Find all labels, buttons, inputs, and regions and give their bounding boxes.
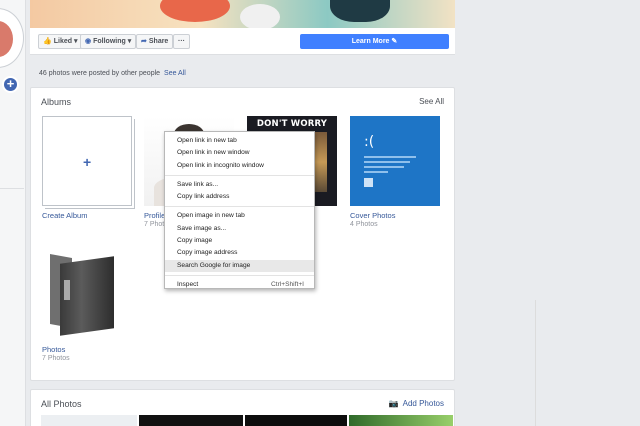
menu-item-open-link-incognito[interactable]: Open link in incognito window — [165, 160, 314, 172]
album-count: 4 Photos — [350, 221, 378, 228]
album-name[interactable]: Photos — [42, 345, 65, 354]
camera-icon: 📷 — [388, 399, 399, 408]
album-thumbnail[interactable] — [42, 250, 132, 340]
create-album-thumb[interactable]: + — [42, 116, 132, 206]
add-photos-button[interactable]: 📷 Add Photos — [389, 399, 444, 408]
menu-item-copy-image[interactable]: Copy image — [165, 235, 314, 247]
menu-separator — [165, 274, 314, 276]
share-button[interactable]: ➦ Share — [136, 34, 174, 49]
rss-icon: ◉ — [85, 38, 92, 45]
menu-separator — [165, 206, 314, 208]
more-options-button[interactable]: ··· — [173, 34, 190, 49]
menu-item-copy-image-address[interactable]: Copy image address — [165, 247, 314, 259]
inspect-shortcut: Ctrl+Shift+I — [271, 280, 304, 288]
menu-item-open-link-new-tab[interactable]: Open link in new tab — [165, 135, 314, 147]
add-plus-icon[interactable]: + — [2, 76, 19, 93]
bsod-face: :( — [364, 134, 375, 150]
album-name[interactable]: Cover Photos — [350, 211, 395, 220]
menu-item-inspect[interactable]: Inspect Ctrl+Shift+I — [165, 279, 314, 291]
thumb-caption-top: DON'T WORRY — [256, 119, 328, 129]
context-menu: Open link in new tab Open link in new wi… — [164, 131, 315, 289]
menu-item-save-image-as[interactable]: Save image as... — [165, 223, 314, 235]
menu-item-copy-link-address[interactable]: Copy link address — [165, 191, 314, 203]
photo-thumbnail[interactable] — [139, 415, 243, 426]
menu-item-search-google-image[interactable]: Search Google for image — [165, 259, 314, 272]
plus-icon: + — [83, 154, 92, 170]
menu-item-open-link-new-window[interactable]: Open link in new window — [165, 147, 314, 159]
menu-separator — [165, 174, 314, 176]
album-name[interactable]: Create Album — [42, 211, 87, 220]
all-photos-title: All Photos — [41, 399, 82, 409]
albums-see-all-link[interactable]: See All — [419, 97, 444, 106]
albums-title: Albums — [41, 97, 72, 107]
see-all-link[interactable]: See All — [164, 70, 186, 77]
learn-more-button[interactable]: Learn More ✎ — [300, 34, 449, 49]
menu-item-open-image-new-tab[interactable]: Open image in new tab — [165, 210, 314, 222]
liked-button[interactable]: 👍 Liked ▾ — [38, 34, 83, 49]
cover-photo[interactable] — [30, 0, 455, 28]
divider — [535, 300, 536, 426]
album-count: 7 Photos — [42, 355, 70, 362]
menu-item-save-link-as[interactable]: Save link as... — [165, 179, 314, 191]
avatar[interactable] — [0, 8, 24, 68]
page-action-bar: 👍 Liked ▾ ◉ Following ▾ ➦ Share ··· Learn M… — [30, 28, 455, 55]
profile-sidebar: + — [0, 0, 26, 426]
album-name[interactable]: Profile — [144, 211, 165, 220]
photo-thumbnail[interactable] — [349, 415, 453, 426]
all-photos-card: All Photos 📷 Add Photos — [30, 389, 455, 426]
share-arrow-icon: ➦ — [141, 38, 147, 45]
thumbs-up-icon: 👍 — [43, 38, 52, 45]
following-button[interactable]: ◉ Following ▾ — [80, 34, 137, 49]
photo-thumbnail[interactable] — [245, 415, 347, 426]
album-thumbnail[interactable]: :( — [350, 116, 440, 206]
divider — [0, 188, 24, 189]
photo-thumbnail[interactable] — [41, 415, 137, 426]
posted-by-others-text: 46 photos were posted by other people See… — [39, 70, 186, 77]
